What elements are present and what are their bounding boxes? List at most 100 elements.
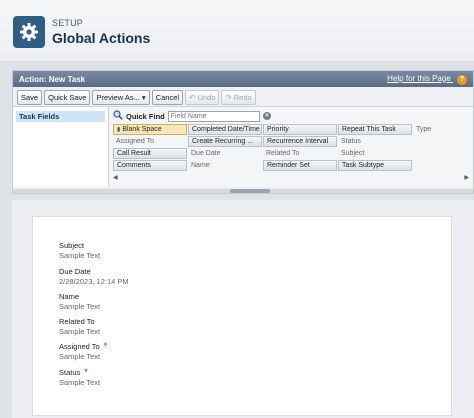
layout-field-label-text: Status: [59, 368, 81, 377]
palette-field[interactable]: Subject: [338, 148, 412, 159]
palette-empty-cell: [413, 160, 453, 171]
layout-field-value: Sample Text: [59, 251, 101, 260]
field-grid: ▮ Blank Space Completed Date/Time Priority R…: [113, 124, 469, 171]
undo-label[interactable]: Undo: [197, 93, 215, 102]
page-title: Global Actions: [52, 30, 151, 46]
preview-as-button[interactable]: Preview As... ▾: [92, 90, 150, 105]
palette-field-label: Due Date: [191, 150, 221, 157]
save-button[interactable]: Save: [17, 90, 43, 105]
layout-field-label-text: Subject: [59, 241, 85, 250]
layout-field[interactable]: Related To Sample Text: [59, 317, 100, 336]
help-link[interactable]: Help for this Page ?: [387, 74, 467, 85]
palette-field-label: Subject: [341, 150, 365, 157]
palette-field-label: Call Result: [117, 150, 151, 157]
editor-title: Action: New Task: [19, 74, 86, 84]
redo-icon: ↷: [225, 93, 232, 102]
layout-field[interactable]: Status * Sample Text: [59, 367, 101, 388]
preview-as-label[interactable]: Preview As...: [96, 93, 139, 102]
layout-field-value: 2/28/2023, 12:14 PM: [59, 277, 129, 286]
palette-field[interactable]: Task Subtype: [338, 160, 412, 171]
palette-field[interactable]: ▮ Blank Space: [113, 124, 187, 135]
layout-field-label: Status *: [59, 367, 100, 378]
page: SETUP Global Actions Action: New Task He…: [0, 0, 474, 418]
editor-toolbar: Save Quick Save Preview As... ▾ Cancel ↶…: [13, 89, 473, 107]
undo-icon: ↶: [189, 93, 196, 102]
gear-icon: [13, 16, 45, 48]
palette-field-label: Recurrence Interval: [267, 138, 329, 145]
palette-field[interactable]: Create Recurring ...: [188, 136, 262, 147]
layout-field-label-text: Related To: [59, 317, 95, 326]
undo-button[interactable]: ↶ Undo: [185, 90, 220, 105]
layout-card: Subject Sample Text Due Date 2/28/2023, 12:…: [32, 216, 452, 416]
quick-find: Quick Find Field Name ×: [113, 110, 469, 122]
palette-field-label: Completed Date/Time: [192, 126, 260, 133]
splitter-grip[interactable]: [230, 189, 270, 193]
layout-field-label-text: Name: [59, 292, 80, 301]
palette-field[interactable]: Status: [338, 136, 412, 147]
sidebar-item-task-fields[interactable]: Task Fields: [16, 111, 105, 122]
palette-field[interactable]: Recurrence Interval: [263, 136, 337, 147]
layout-field-value: Sample Text: [59, 302, 101, 311]
setup-kicker: SETUP: [52, 18, 84, 28]
layout-field[interactable]: Due Date 2/28/2023, 12:14 PM: [59, 267, 129, 286]
palette-field-label: Assigned To: [116, 138, 155, 145]
palette-field-label: Blank Space: [122, 126, 162, 133]
palette-field-label: Create Recurring ...: [192, 138, 254, 145]
quick-find-input[interactable]: Field Name: [167, 110, 260, 122]
palette-field[interactable]: Related To: [263, 148, 337, 159]
palette-field[interactable]: Type: [413, 124, 453, 135]
horizontal-scrollbar[interactable]: ◀ ▶: [113, 173, 469, 181]
setup-header: SETUP Global Actions: [0, 0, 474, 62]
required-icon: *: [84, 367, 88, 377]
palette-field[interactable]: Call Result: [113, 148, 187, 159]
layout-field-label-text: Assigned To: [59, 342, 100, 351]
question-icon[interactable]: ?: [457, 74, 467, 85]
palette-field[interactable]: Due Date: [188, 148, 262, 159]
cancel-button[interactable]: Cancel: [151, 90, 184, 105]
palette-field[interactable]: Repeat This Task: [338, 124, 412, 135]
quick-save-button[interactable]: Quick Save: [44, 90, 91, 105]
layout-field[interactable]: Subject Sample Text: [59, 241, 100, 260]
layout-field-value: Sample Text: [59, 352, 101, 361]
palette-field[interactable]: Reminder Set: [263, 160, 337, 171]
field-palette: Task Fields Quick Find Field Name × ▮ Bla…: [13, 107, 473, 187]
layout-field-label: Name: [59, 292, 100, 301]
palette-field[interactable]: Comments: [113, 160, 187, 171]
layout-field-label: Subject: [59, 241, 100, 250]
layout-field[interactable]: Assigned To * Sample Text: [59, 341, 108, 362]
layout-field-label: Due Date: [59, 267, 129, 276]
palette-field-label: Repeat This Task: [342, 126, 396, 133]
palette-field[interactable]: Completed Date/Time: [188, 124, 262, 135]
palette-field-label: Reminder Set: [267, 162, 310, 169]
palette-field[interactable]: Name: [188, 160, 262, 171]
palette-field-label: Priority: [267, 126, 289, 133]
scroll-right-icon[interactable]: ▶: [464, 174, 469, 181]
palette-field-label: Related To: [266, 150, 300, 157]
palette-field-label: Status: [341, 138, 361, 145]
palette-main: Quick Find Field Name × ▮ Blank Space Comp…: [109, 107, 473, 187]
required-icon: *: [103, 341, 108, 351]
layout-field-label: Related To: [59, 317, 100, 326]
scroll-left-icon[interactable]: ◀: [113, 174, 118, 181]
palette-field[interactable]: Priority: [263, 124, 337, 135]
layout-canvas: Subject Sample Text Due Date 2/28/2023, 12:…: [12, 200, 474, 418]
search-icon: [113, 110, 123, 122]
palette-field-label: Task Subtype: [342, 162, 385, 169]
palette-empty-cell: [413, 136, 453, 147]
quick-find-label: Quick Find: [126, 111, 165, 121]
palette-sidebar: Task Fields: [13, 107, 109, 187]
layout-field-label-text: Due Date: [59, 267, 91, 276]
palette-field-label: Comments: [117, 162, 151, 169]
redo-button[interactable]: ↷ Redo: [221, 90, 256, 105]
help-link-label[interactable]: Help for this Page: [387, 74, 451, 83]
editor-title-bar: Action: New Task Help for this Page ?: [13, 71, 473, 87]
layout-field-value: Sample Text: [59, 327, 101, 336]
palette-field[interactable]: Assigned To: [113, 136, 187, 147]
clear-icon[interactable]: ×: [262, 112, 271, 120]
chevron-down-icon: ▾: [141, 93, 146, 102]
palette-field-label: Name: [191, 162, 210, 169]
redo-label[interactable]: Redo: [234, 93, 252, 102]
layout-field[interactable]: Name Sample Text: [59, 292, 100, 311]
palette-field-label: Type: [416, 126, 432, 133]
layout-field-value: Sample Text: [59, 378, 101, 387]
